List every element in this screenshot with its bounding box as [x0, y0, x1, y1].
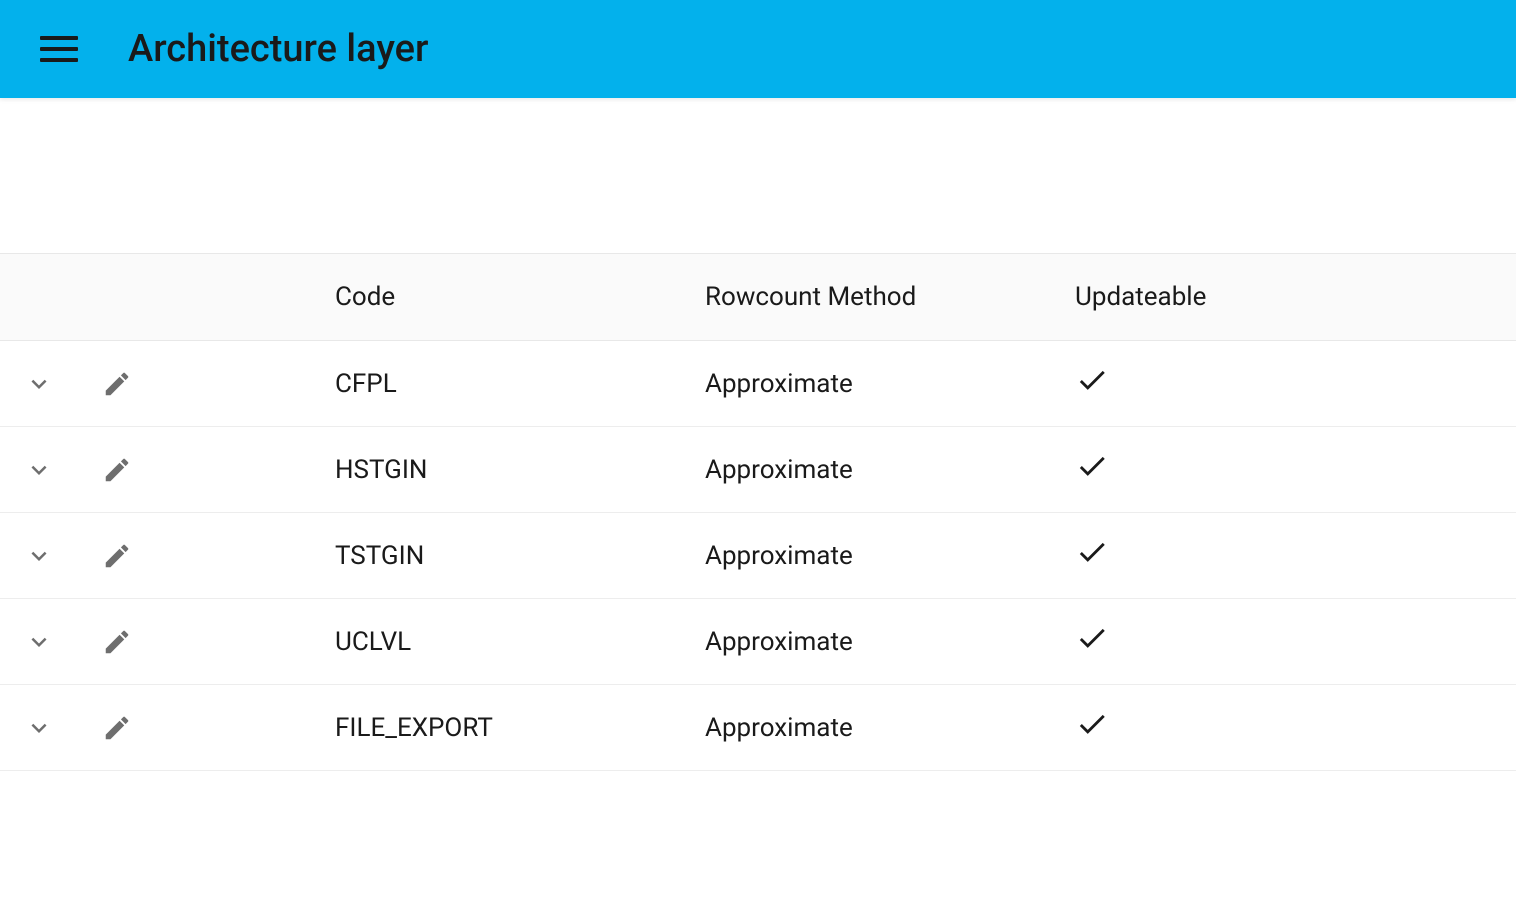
row-actions: [24, 369, 319, 399]
edit-icon[interactable]: [102, 541, 132, 571]
cell-actions: [0, 513, 335, 599]
table-header-row: Code Rowcount Method Updateable: [0, 254, 1516, 341]
cell-code: UCLVL: [335, 599, 705, 685]
row-actions: [24, 455, 319, 485]
table-row: TSTGINApproximate: [0, 513, 1516, 599]
check-icon: [1075, 546, 1109, 576]
check-icon: [1075, 374, 1109, 404]
cell-actions: [0, 427, 335, 513]
cell-updateable: [1075, 513, 1516, 599]
cell-code: FILE_EXPORT: [335, 685, 705, 771]
cell-method: Approximate: [705, 599, 1075, 685]
row-actions: [24, 713, 319, 743]
cell-actions: [0, 685, 335, 771]
chevron-down-icon[interactable]: [24, 455, 54, 485]
menu-icon[interactable]: [40, 30, 78, 68]
page-title: Architecture layer: [128, 27, 428, 71]
cell-updateable: [1075, 427, 1516, 513]
column-header-actions: [0, 254, 335, 341]
table-row: HSTGINApproximate: [0, 427, 1516, 513]
table-row: FILE_EXPORTApproximate: [0, 685, 1516, 771]
cell-method: Approximate: [705, 513, 1075, 599]
check-icon: [1075, 460, 1109, 490]
cell-updateable: [1075, 599, 1516, 685]
cell-method: Approximate: [705, 427, 1075, 513]
row-actions: [24, 541, 319, 571]
table-row: CFPLApproximate: [0, 341, 1516, 427]
column-header-method: Rowcount Method: [705, 254, 1075, 341]
table-row: UCLVLApproximate: [0, 599, 1516, 685]
edit-icon[interactable]: [102, 713, 132, 743]
app-header: Architecture layer: [0, 0, 1516, 98]
cell-code: CFPL: [335, 341, 705, 427]
edit-icon[interactable]: [102, 455, 132, 485]
main-content: Code Rowcount Method Updateable CFPLAppr…: [0, 98, 1516, 771]
check-icon: [1075, 718, 1109, 748]
cell-updateable: [1075, 341, 1516, 427]
cell-actions: [0, 599, 335, 685]
cell-updateable: [1075, 685, 1516, 771]
architecture-layer-table: Code Rowcount Method Updateable CFPLAppr…: [0, 253, 1516, 771]
chevron-down-icon[interactable]: [24, 713, 54, 743]
cell-actions: [0, 341, 335, 427]
chevron-down-icon[interactable]: [24, 627, 54, 657]
cell-code: TSTGIN: [335, 513, 705, 599]
cell-method: Approximate: [705, 341, 1075, 427]
chevron-down-icon[interactable]: [24, 369, 54, 399]
row-actions: [24, 627, 319, 657]
edit-icon[interactable]: [102, 369, 132, 399]
column-header-code: Code: [335, 254, 705, 341]
check-icon: [1075, 632, 1109, 662]
cell-method: Approximate: [705, 685, 1075, 771]
column-header-updateable: Updateable: [1075, 254, 1516, 341]
cell-code: HSTGIN: [335, 427, 705, 513]
chevron-down-icon[interactable]: [24, 541, 54, 571]
edit-icon[interactable]: [102, 627, 132, 657]
